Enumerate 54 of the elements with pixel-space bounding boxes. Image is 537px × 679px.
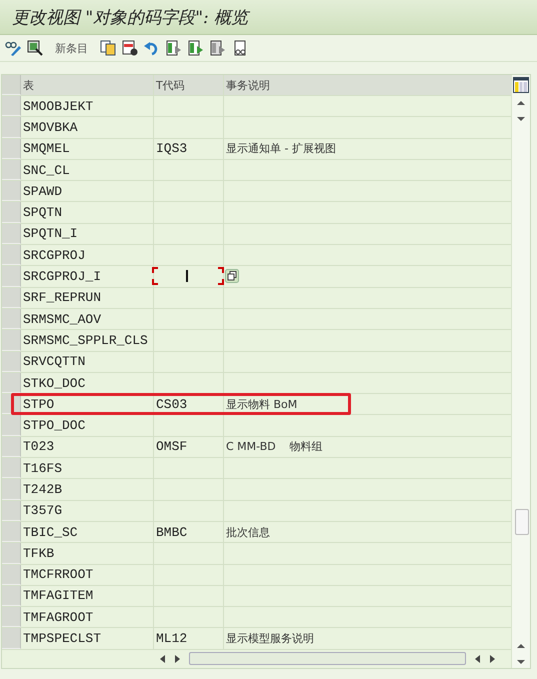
table-cell: SNC_CL xyxy=(21,160,154,180)
table-cell: C MM-BD 物料组 xyxy=(226,439,323,454)
column-settings-icon[interactable] xyxy=(513,77,529,93)
column-header[interactable]: T代码 xyxy=(154,75,224,95)
table-cell: TFKB xyxy=(21,543,154,564)
table-cell: SRVCQTTN xyxy=(21,352,154,372)
vertical-scrollbar[interactable] xyxy=(515,509,529,535)
delete-icon[interactable] xyxy=(122,40,138,56)
table-cell: SRMSMC_SPPLR_CLS xyxy=(21,330,154,351)
table-cell: 显示通知单 - 扩展视图 xyxy=(226,141,336,156)
table-cell: SPQTN xyxy=(21,202,154,223)
deselect-icon[interactable] xyxy=(210,40,226,56)
table-cell: 显示模型服务说明 xyxy=(226,631,314,646)
table-cell: OMSF xyxy=(156,439,188,454)
print-icon[interactable] xyxy=(232,40,248,56)
table-cell: SRCGPROJ xyxy=(21,245,154,266)
table-cell: TMFAGITEM xyxy=(21,586,154,606)
column-header[interactable]: 表 xyxy=(21,75,154,95)
table-cell: STPO xyxy=(21,394,154,414)
table-cell: TBIC_SC xyxy=(21,522,154,542)
glasses-pencil-icon[interactable] xyxy=(5,40,21,56)
table-cell: TMFAGROOT xyxy=(21,607,154,628)
value-help-icon[interactable] xyxy=(225,269,239,284)
table-cell: T16FS xyxy=(21,458,154,478)
table-cell: TMCFRROOT xyxy=(21,564,154,585)
select-block-icon[interactable] xyxy=(188,40,204,56)
copy-icon[interactable] xyxy=(100,40,116,56)
new-entries-button[interactable]: 新条目 xyxy=(49,40,94,56)
table-cell: SRMSMC_AOV xyxy=(21,308,154,330)
table-cell: SMOOBJEKT xyxy=(21,96,154,116)
table-cell: T357G xyxy=(21,500,154,521)
undo-icon[interactable] xyxy=(144,40,160,56)
table-cell: STKO_DOC xyxy=(21,372,154,394)
table-cell: 批次信息 xyxy=(226,524,270,540)
table-cell: T023 xyxy=(21,436,154,458)
table-cell: TMPSPECLST xyxy=(21,628,154,649)
table-cell: SRF_REPRUN xyxy=(21,288,154,308)
table-cell: CS03 xyxy=(156,396,188,412)
table-cell: SMQMEL xyxy=(21,138,154,159)
column-header[interactable]: 事务说明 xyxy=(224,75,511,95)
input-field[interactable] xyxy=(152,267,224,286)
table-cell: SPAWD xyxy=(21,181,154,202)
table-cell: STPO_DOC xyxy=(21,415,154,436)
table-cell: ML12 xyxy=(156,631,188,646)
table-cell: 显示物料 BoM xyxy=(226,396,298,412)
window-title: 更改视图 "对象的码字段": 概览 xyxy=(12,6,248,28)
select-icon[interactable] xyxy=(27,40,43,56)
table-cell: BMBC xyxy=(156,524,188,540)
table-cell: T242B xyxy=(21,479,154,500)
select-all-icon[interactable] xyxy=(166,40,182,56)
horizontal-scrollbar[interactable] xyxy=(189,652,466,666)
table-cell: SMOVBKA xyxy=(21,117,154,138)
table-cell: IQS3 xyxy=(156,141,188,156)
table-cell: SPQTN_I xyxy=(21,224,154,244)
